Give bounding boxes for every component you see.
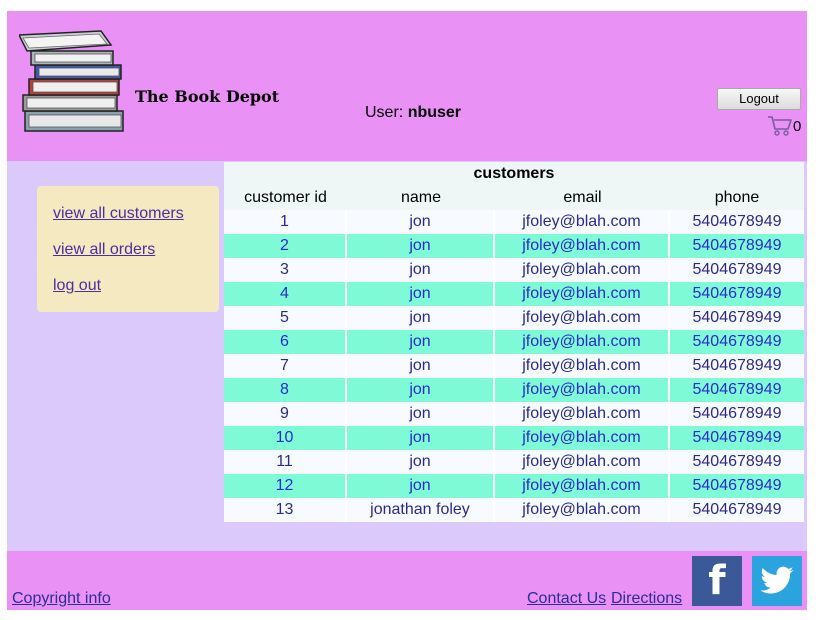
cell-name: jon: [347, 474, 495, 498]
cart-count: 0: [793, 117, 802, 135]
table-row: 1 jon jfoley@blah.com 5404678949: [224, 210, 804, 234]
menu-log-out[interactable]: log out: [53, 276, 219, 296]
facebook-icon[interactable]: f: [692, 556, 742, 606]
cell-name: jon: [347, 378, 495, 402]
main-content: view all customers view all orders log o…: [7, 161, 807, 551]
cell-customer-id: 4: [224, 282, 347, 306]
table-row: 7 jon jfoley@blah.com 5404678949: [224, 354, 804, 378]
cell-email: jfoley@blah.com: [495, 354, 670, 378]
customers-table-container: customers customer id name email phone 1…: [224, 162, 804, 522]
cell-name: jonathan foley: [347, 498, 495, 522]
cell-customer-id: 12: [224, 474, 347, 498]
copyright-link[interactable]: Copyright info: [12, 590, 111, 608]
cell-customer-id: 13: [224, 498, 347, 522]
cell-phone: 5404678949: [670, 258, 804, 282]
cell-phone: 5404678949: [670, 474, 804, 498]
column-header: email: [563, 189, 602, 206]
user-info: User: nbuser: [365, 104, 461, 122]
cell-email: jfoley@blah.com: [495, 378, 670, 402]
cell-customer-id: 2: [224, 234, 347, 258]
cell-name: jon: [347, 330, 495, 354]
table-caption: customers: [473, 165, 555, 182]
cell-name: jon: [347, 306, 495, 330]
cell-customer-id: 9: [224, 402, 347, 426]
book-stack-logo-icon: [19, 30, 124, 132]
site-header: The Book Depot User: nbuser Logout 0: [7, 11, 807, 161]
cell-email: jfoley@blah.com: [495, 450, 670, 474]
table-header-row: customer id name email phone: [224, 186, 804, 210]
cell-name: jon: [347, 210, 495, 234]
cell-customer-id: 1: [224, 210, 347, 234]
cell-email: jfoley@blah.com: [495, 498, 670, 522]
cell-phone: 5404678949: [670, 234, 804, 258]
cell-phone: 5404678949: [670, 498, 804, 522]
cell-email: jfoley@blah.com: [495, 402, 670, 426]
site-footer: Copyright info Contact Us Directions f: [7, 551, 807, 610]
cell-email: jfoley@blah.com: [495, 210, 670, 234]
side-menu: view all customers view all orders log o…: [37, 186, 219, 312]
cell-phone: 5404678949: [670, 210, 804, 234]
user-label: User:: [365, 104, 404, 121]
twitter-bird-icon: [760, 566, 794, 594]
cell-name: jon: [347, 402, 495, 426]
cell-phone: 5404678949: [670, 282, 804, 306]
username: nbuser: [407, 104, 462, 121]
cell-name: jon: [347, 426, 495, 450]
cell-name: jon: [347, 354, 495, 378]
cell-customer-id: 10: [224, 426, 347, 450]
logout-button[interactable]: Logout: [717, 88, 801, 110]
cell-phone: 5404678949: [670, 330, 804, 354]
table-row: 6 jon jfoley@blah.com 5404678949: [224, 330, 804, 354]
table-row: 12 jon jfoley@blah.com 5404678949: [224, 474, 804, 498]
twitter-icon[interactable]: [752, 556, 802, 606]
table-row: 5 jon jfoley@blah.com 5404678949: [224, 306, 804, 330]
menu-view-all-orders[interactable]: view all orders: [53, 240, 219, 260]
cell-email: jfoley@blah.com: [495, 330, 670, 354]
directions-link[interactable]: Directions: [611, 590, 682, 608]
column-header: phone: [714, 189, 760, 206]
table-row: 2 jon jfoley@blah.com 5404678949: [224, 234, 804, 258]
cell-name: jon: [347, 282, 495, 306]
cell-customer-id: 5: [224, 306, 347, 330]
table-row: 3 jon jfoley@blah.com 5404678949: [224, 258, 804, 282]
cart[interactable]: 0: [767, 115, 801, 137]
table-row: 4 jon jfoley@blah.com 5404678949: [224, 282, 804, 306]
customers-table: customer id name email phone 1 jon jfoley@…: [224, 186, 804, 522]
cell-phone: 5404678949: [670, 378, 804, 402]
cell-email: jfoley@blah.com: [495, 426, 670, 450]
cell-phone: 5404678949: [670, 450, 804, 474]
cell-name: jon: [347, 450, 495, 474]
cell-email: jfoley@blah.com: [495, 474, 670, 498]
menu-view-all-customers[interactable]: view all customers: [53, 204, 219, 224]
table-row: 10 jon jfoley@blah.com 5404678949: [224, 426, 804, 450]
shopping-cart-icon[interactable]: [767, 115, 793, 137]
site-title: The Book Depot: [135, 87, 280, 106]
contact-us-link[interactable]: Contact Us: [527, 590, 606, 608]
cell-email: jfoley@blah.com: [495, 282, 670, 306]
cell-customer-id: 8: [224, 378, 347, 402]
cell-email: jfoley@blah.com: [495, 234, 670, 258]
cell-phone: 5404678949: [670, 426, 804, 450]
table-row: 8 jon jfoley@blah.com 5404678949: [224, 378, 804, 402]
table-row: 13 jonathan foley jfoley@blah.com 540467894…: [224, 498, 804, 522]
cell-email: jfoley@blah.com: [495, 258, 670, 282]
cell-phone: 5404678949: [670, 306, 804, 330]
cell-customer-id: 3: [224, 258, 347, 282]
cell-customer-id: 11: [224, 450, 347, 474]
cell-phone: 5404678949: [670, 354, 804, 378]
table-row: 11 jon jfoley@blah.com 5404678949: [224, 450, 804, 474]
cell-customer-id: 6: [224, 330, 347, 354]
column-header: customer id: [244, 189, 327, 206]
cell-customer-id: 7: [224, 354, 347, 378]
cell-name: jon: [347, 234, 495, 258]
cell-name: jon: [347, 258, 495, 282]
table-row: 9 jon jfoley@blah.com 5404678949: [224, 402, 804, 426]
cell-phone: 5404678949: [670, 402, 804, 426]
cell-email: jfoley@blah.com: [495, 306, 670, 330]
column-header: name: [400, 189, 442, 206]
